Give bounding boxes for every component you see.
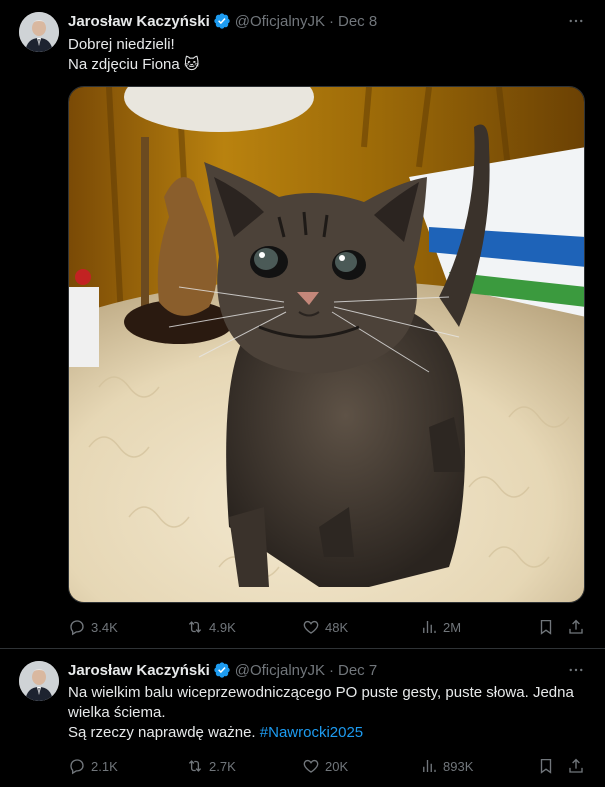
tweet[interactable]: Jarosław Kaczyński @OficjalnyJK · Dec 8 … [0,0,605,648]
tweet-text-line: Na zdjęciu Fiona 🐱 [68,56,200,73]
avatar[interactable] [19,12,59,52]
tweet-header: Jarosław Kaczyński @OficjalnyJK · Dec 7 [68,660,377,680]
like-icon [303,759,319,773]
share-icon[interactable] [566,617,586,637]
verified-badge-icon [213,12,231,30]
views-icon [423,760,436,772]
reply-icon [70,620,84,636]
repost-icon [188,760,202,772]
repost-icon [188,621,202,633]
reply-button[interactable]: 3.4K [68,617,118,637]
like-icon [303,620,319,634]
views-icon [423,621,436,633]
separator: · [329,12,334,30]
like-count: 48K [325,619,349,635]
views-button[interactable]: 2M [420,617,461,637]
more-icon[interactable] [567,661,585,679]
like-button[interactable]: 48K [302,617,348,637]
reply-count: 3.4K [91,619,118,635]
bookmark-icon[interactable] [536,756,556,776]
views-button[interactable]: 893K [420,756,473,776]
avatar-image [19,661,59,701]
share-icon[interactable] [566,756,586,776]
views-count: 893K [443,758,474,774]
verified-badge-icon [213,661,231,679]
separator: · [329,661,334,679]
more-icon[interactable] [567,12,585,30]
author-handle[interactable]: @OficjalnyJK [235,13,325,30]
reply-icon [70,759,84,775]
tweet-text: Na wielkim balu wiceprzewodniczącego PO … [68,683,588,743]
avatar[interactable] [19,661,59,701]
views-count: 2M [443,619,462,635]
author-handle[interactable]: @OficjalnyJK [235,662,325,679]
repost-button[interactable]: 4.9K [186,617,236,637]
cat-photo-image [69,87,584,602]
tweet-text: Dobrej niedzieli! Na zdjęciu Fiona 🐱 [68,35,588,75]
tweet-text-line: wielka ściema. [68,704,166,721]
author-name[interactable]: Jarosław Kaczyński [68,662,210,679]
tweet-photo[interactable] [68,86,585,603]
tweet-text-line: Na wielkim balu wiceprzewodniczącego PO … [68,684,574,701]
tweet-date[interactable]: Dec 7 [338,662,377,679]
tweet[interactable]: Jarosław Kaczyński @OficjalnyJK · Dec 7 … [0,649,605,787]
tweet-date[interactable]: Dec 8 [338,13,377,30]
hashtag-link[interactable]: #Nawrocki2025 [260,724,363,741]
repost-button[interactable]: 2.7K [186,756,236,776]
repost-count: 2.7K [209,758,236,774]
reply-button[interactable]: 2.1K [68,756,118,776]
reply-count: 2.1K [91,758,118,774]
like-button[interactable]: 20K [302,756,348,776]
tweet-actions: 3.4K 4.9K 48K 2M [68,617,588,637]
tweet-text-line: Dobrej niedzieli! [68,36,175,53]
tweet-header: Jarosław Kaczyński @OficjalnyJK · Dec 8 [68,11,377,31]
avatar-image [19,12,59,52]
tweet-actions: 2.1K 2.7K 20K 893K [68,756,588,776]
timeline-feed: Jarosław Kaczyński @OficjalnyJK · Dec 8 … [0,0,605,787]
bookmark-icon[interactable] [536,617,556,637]
author-name[interactable]: Jarosław Kaczyński [68,13,210,30]
like-count: 20K [325,758,349,774]
tweet-text-fragment: Są rzeczy naprawdę ważne. [68,724,260,741]
tweet-text-line: Są rzeczy naprawdę ważne. #Nawrocki2025 [68,723,588,743]
repost-count: 4.9K [209,619,236,635]
